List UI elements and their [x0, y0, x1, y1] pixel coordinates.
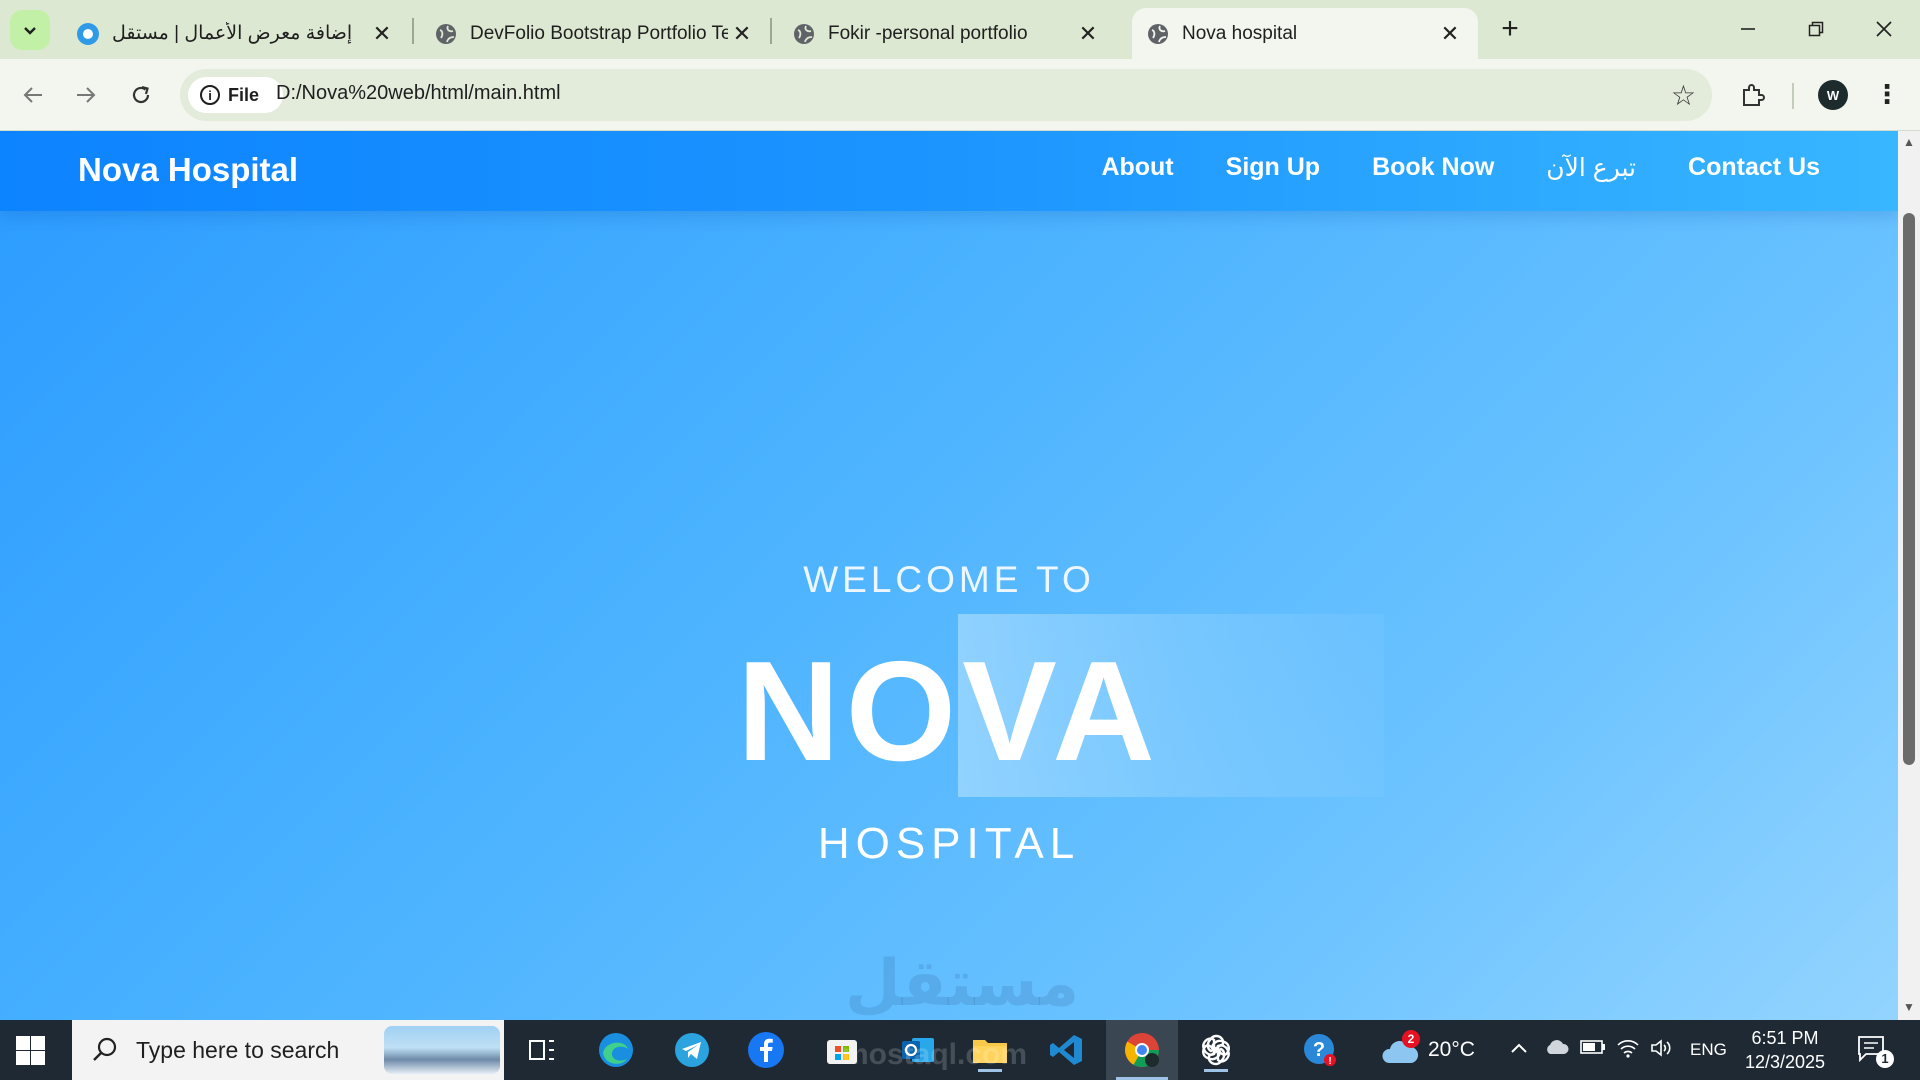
windows-start-icon[interactable] — [14, 1034, 46, 1066]
nav-link-donate[interactable]: تبرع الآن — [1546, 153, 1636, 183]
globe-icon — [792, 22, 816, 46]
svg-text:?: ? — [1313, 1039, 1325, 1061]
arrow-right-icon — [77, 87, 96, 103]
close-icon[interactable]: ✕ — [1074, 20, 1102, 48]
tab-title: إضافة معرض الأعمال | مستقل — [112, 23, 353, 44]
volume-icon[interactable] — [1650, 1038, 1674, 1064]
more-menu-icon[interactable]: ⋮ — [1874, 79, 1900, 111]
telegram-icon[interactable] — [670, 1028, 714, 1072]
tab-fokir[interactable]: Fokir -personal portfolio ✕ — [778, 8, 1116, 59]
tab-separator — [770, 18, 772, 44]
globe-icon — [1146, 22, 1170, 46]
site-brand[interactable]: Nova Hospital — [78, 151, 298, 189]
hero-title: NOVA — [737, 632, 1161, 791]
onedrive-icon[interactable] — [1544, 1038, 1570, 1062]
weather-temperature[interactable]: 20°C — [1428, 1038, 1475, 1062]
hero-subtitle: HOSPITAL — [817, 819, 1081, 868]
puzzle-icon — [1743, 84, 1765, 106]
close-icon[interactable]: ✕ — [1436, 20, 1464, 48]
close-window-button[interactable] — [1864, 12, 1904, 46]
scroll-thumb[interactable] — [1903, 213, 1915, 765]
address-bar[interactable]: i File D:/Nova%20web/html/main.html ☆ — [180, 69, 1712, 121]
language-indicator[interactable]: ENG — [1690, 1040, 1727, 1060]
browser-toolbar: i File D:/Nova%20web/html/main.html ☆ W … — [0, 59, 1920, 131]
url-text[interactable]: D:/Nova%20web/html/main.html — [276, 82, 561, 105]
page-scrollbar[interactable]: ▲ ▼ — [1898, 131, 1920, 1020]
search-icon — [93, 1037, 117, 1061]
battery-icon[interactable] — [1580, 1038, 1606, 1061]
chrome-icon[interactable] — [1106, 1020, 1178, 1080]
weather-cloud-icon[interactable]: 2 — [1378, 1028, 1422, 1072]
tab-title: Fokir -personal portfolio — [828, 22, 1028, 44]
task-view-icon[interactable] — [520, 1028, 564, 1072]
search-highlight-image — [384, 1026, 500, 1074]
minimize-button[interactable] — [1728, 12, 1768, 46]
profile-avatar[interactable]: W — [1818, 80, 1848, 110]
edge-icon[interactable] — [594, 1028, 638, 1072]
nav-link-contact-us[interactable]: Contact Us — [1688, 153, 1820, 183]
weather-badge: 2 — [1402, 1030, 1420, 1048]
forward-button[interactable] — [67, 76, 105, 114]
watermark-url: mostaql.com — [842, 1038, 1028, 1071]
watermark-text: مستقل — [845, 947, 1080, 1019]
clock-date: 12/3/2025 — [1744, 1052, 1826, 1072]
site-chip-label: File — [228, 84, 260, 105]
svg-text:!: ! — [1328, 1056, 1331, 1067]
chevron-down-icon — [24, 27, 36, 35]
site-info-chip[interactable]: i File — [188, 77, 283, 113]
back-button[interactable] — [14, 76, 52, 114]
close-icon[interactable]: ✕ — [728, 20, 756, 48]
site-navbar: Nova Hospital About Sign Up Book Now تبر… — [0, 131, 1898, 211]
info-icon: i — [200, 85, 220, 105]
tab-title: Nova hospital — [1182, 22, 1298, 44]
search-placeholder: Type here to search — [136, 1036, 340, 1063]
globe-icon — [434, 22, 458, 46]
nav-link-about[interactable]: About — [1101, 153, 1173, 183]
reload-icon — [132, 85, 150, 104]
nav-link-sign-up[interactable]: Sign Up — [1226, 153, 1320, 183]
nav-link-book-now[interactable]: Book Now — [1372, 153, 1494, 183]
scroll-up-icon[interactable]: ▲ — [1898, 135, 1920, 151]
star-icon[interactable]: ☆ — [1671, 79, 1696, 112]
clock-time: 6:51 PM — [1751, 1028, 1819, 1048]
new-tab-button[interactable]: + — [1494, 14, 1526, 46]
windows-taskbar: Type here to search ?! 2 20°C ENG 6:51 P… — [0, 1020, 1920, 1080]
tab-devfolio[interactable]: DevFolio Bootstrap Portfolio Template ✕ — [420, 8, 770, 59]
vscode-icon[interactable] — [1044, 1028, 1088, 1072]
chevron-up-icon[interactable] — [1510, 1038, 1528, 1061]
chatgpt-icon[interactable] — [1194, 1028, 1238, 1072]
toolbar-separator — [1792, 83, 1794, 109]
tab-title: DevFolio Bootstrap Portfolio Template — [470, 22, 728, 44]
help-icon[interactable]: ?! — [1298, 1028, 1342, 1072]
page-viewport: Nova Hospital About Sign Up Book Now تبر… — [0, 131, 1898, 1020]
minimize-icon — [1741, 28, 1755, 30]
site-nav-links: About Sign Up Book Now تبرع الآن Contact… — [1101, 153, 1820, 183]
taskbar-search[interactable]: Type here to search — [72, 1020, 504, 1080]
restore-icon — [1808, 21, 1824, 37]
restore-button[interactable] — [1796, 12, 1836, 46]
tab-search-button[interactable] — [10, 10, 50, 50]
scroll-down-icon[interactable]: ▼ — [1898, 1000, 1920, 1016]
notification-badge: 1 — [1876, 1050, 1894, 1068]
close-icon — [1876, 21, 1892, 37]
extensions-button[interactable] — [1734, 76, 1772, 114]
reload-button[interactable] — [122, 76, 160, 114]
hero-welcome-text: WELCOME TO — [803, 559, 1095, 600]
running-indicator — [1204, 1069, 1228, 1072]
tab-mostaql[interactable]: إضافة معرض الأعمال | مستقل ✕ — [62, 8, 410, 59]
wifi-icon[interactable] — [1616, 1038, 1640, 1064]
facebook-icon[interactable] — [744, 1028, 788, 1072]
tab-strip: إضافة معرض الأعمال | مستقل ✕ DevFolio Bo… — [0, 0, 1920, 59]
notifications-button[interactable]: 1 — [1856, 1034, 1896, 1068]
arrow-left-icon — [23, 87, 42, 103]
tab-nova-hospital[interactable]: Nova hospital ✕ — [1132, 8, 1478, 59]
mostaql-favicon-icon — [76, 22, 100, 46]
tab-separator — [412, 18, 414, 44]
taskbar-clock[interactable]: 6:51 PM 12/3/2025 — [1740, 1026, 1830, 1074]
close-icon[interactable]: ✕ — [368, 20, 396, 48]
